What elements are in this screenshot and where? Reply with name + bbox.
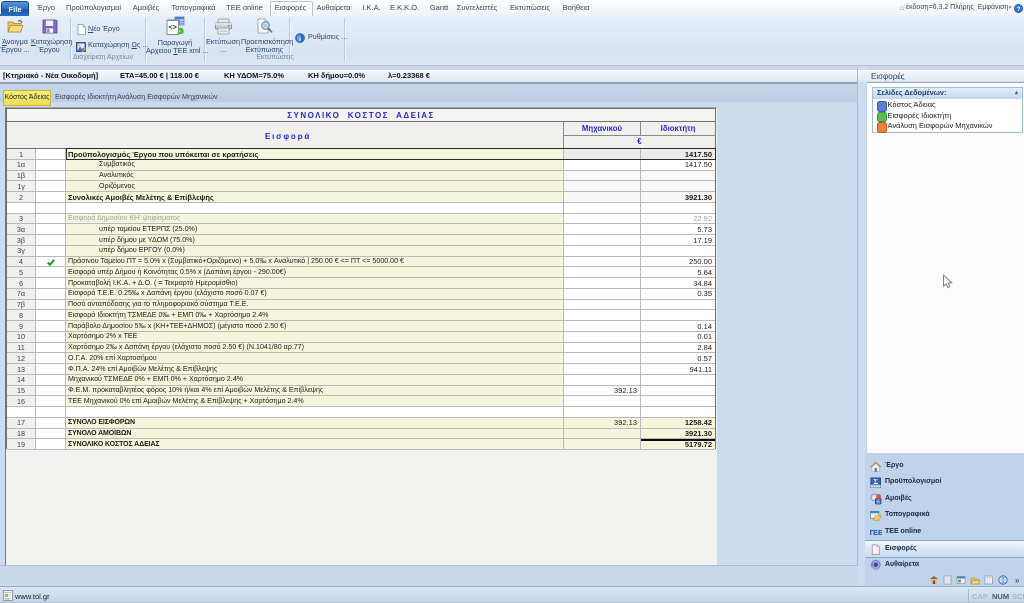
svg-text:»: » — [1015, 576, 1020, 585]
svg-text:<>: <> — [168, 24, 176, 32]
svg-text:ΤΕΕ: ΤΕΕ — [870, 528, 882, 537]
svg-text:i: i — [299, 36, 301, 43]
svg-text:?: ? — [1017, 5, 1021, 12]
svg-text:Σ: Σ — [873, 478, 878, 486]
